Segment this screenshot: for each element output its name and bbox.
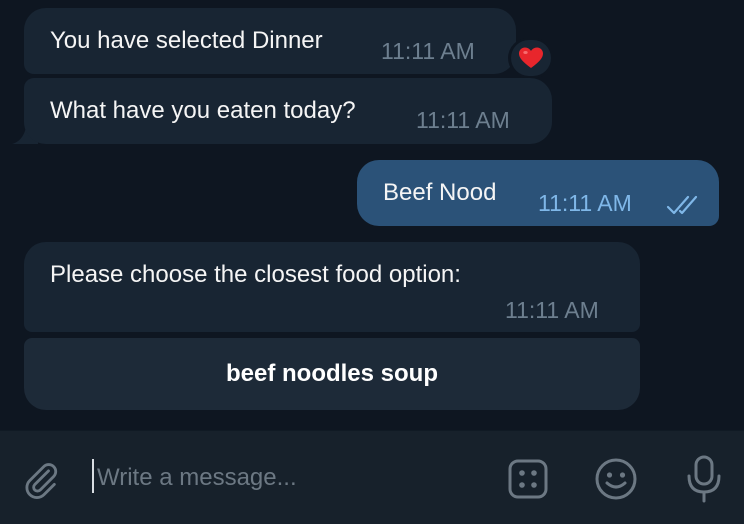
message-text: You have selected Dinner	[50, 27, 323, 54]
message-time: 11:11 AM	[381, 38, 475, 64]
message-text: What have you eaten today?	[50, 97, 356, 124]
bot-commands-icon[interactable]	[504, 455, 552, 503]
emoji-icon[interactable]	[592, 455, 640, 503]
message-text: Please choose the closest food option:	[50, 261, 461, 288]
message-time: 11:11 AM	[538, 190, 632, 216]
message-input-wrapper[interactable]	[92, 455, 472, 501]
microphone-icon[interactable]	[680, 453, 728, 505]
message-composer	[0, 430, 744, 524]
paperclip-icon[interactable]	[18, 457, 64, 503]
inline-keyboard-button[interactable]: beef noodles soup	[24, 338, 640, 410]
reaction-badge[interactable]	[508, 38, 554, 78]
chat-area: You have selected Dinner 11:11 AM What h…	[0, 0, 744, 430]
incoming-message[interactable]: What have you eaten today? 11:11 AM	[24, 78, 552, 144]
message-time: 11:11 AM	[416, 107, 510, 133]
incoming-message[interactable]: You have selected Dinner 11:11 AM	[24, 8, 516, 74]
message-input[interactable]	[97, 455, 467, 501]
message-text: Beef Nood	[383, 179, 497, 206]
incoming-message[interactable]: Please choose the closest food option: 1…	[24, 242, 640, 332]
outgoing-message[interactable]: Beef Nood 11:11 AM	[357, 160, 719, 226]
double-check-icon	[666, 195, 698, 215]
heart-icon	[511, 40, 551, 76]
message-time: 11:11 AM	[505, 297, 599, 323]
text-caret	[92, 459, 94, 493]
